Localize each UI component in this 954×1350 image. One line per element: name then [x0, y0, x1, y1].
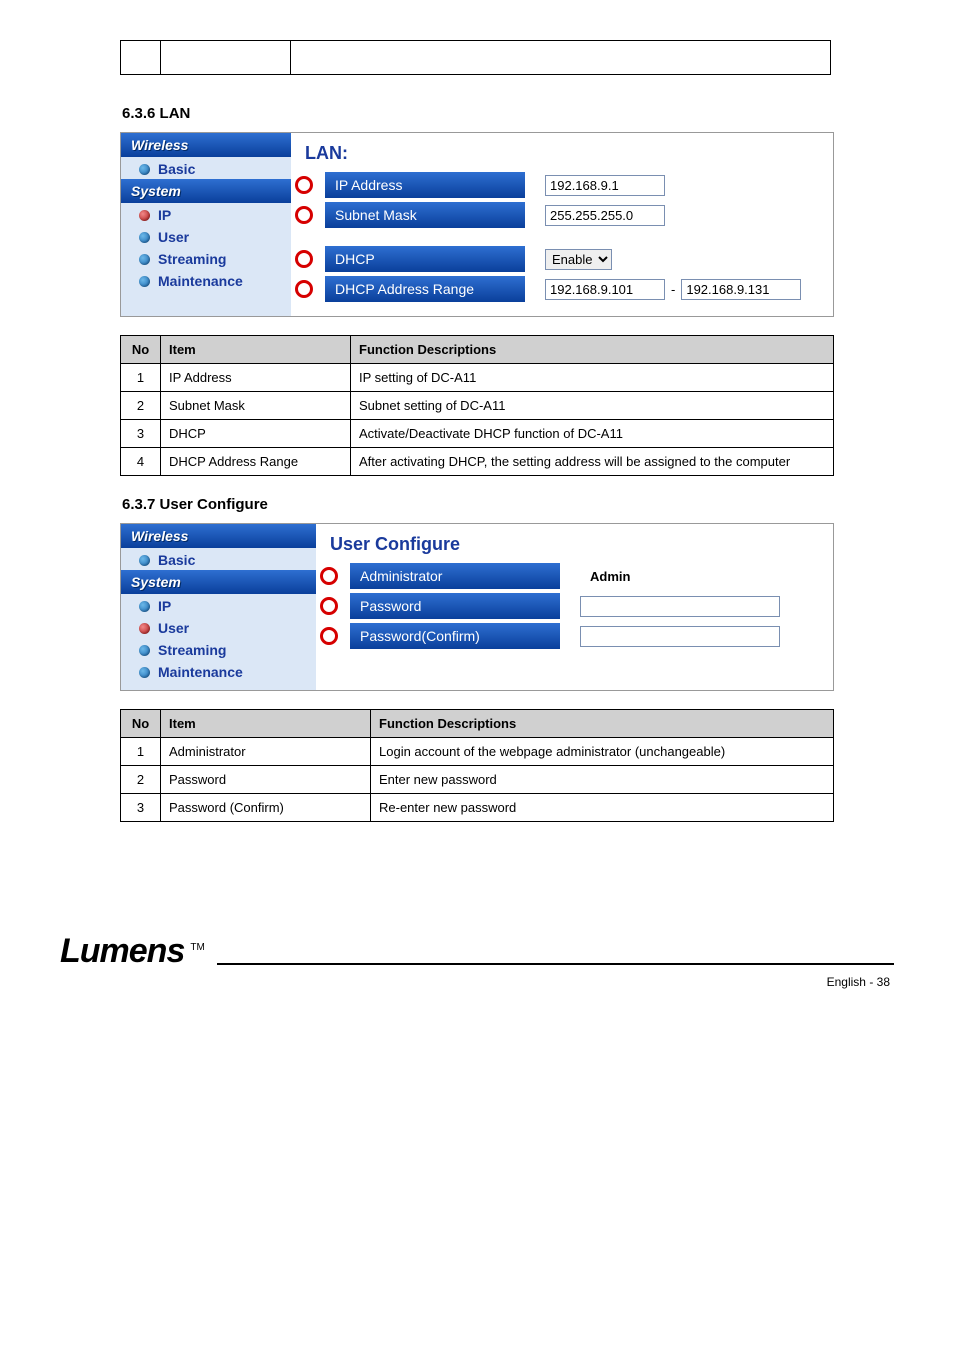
sidebar-item-streaming[interactable]: Streaming [121, 247, 291, 269]
callout-marker-3 [295, 250, 313, 268]
sidebar-lan: Wireless Basic System IP User Streaming … [121, 133, 291, 316]
table-row: 4 DHCP Address Range After activating DH… [121, 448, 834, 476]
sidebar-item-label: Streaming [158, 642, 226, 658]
input-dhcp-from[interactable] [545, 279, 665, 300]
row-password-confirm: Password(Confirm) [326, 623, 823, 649]
label-subnet: Subnet Mask [325, 202, 525, 228]
sidebar-item-ip[interactable]: IP [121, 203, 291, 225]
callout-marker-3b [320, 627, 338, 645]
input-subnet[interactable] [545, 205, 665, 226]
sidebar-item-label: Maintenance [158, 273, 243, 289]
sidebar-item-maintenance2[interactable]: Maintenance [121, 660, 316, 682]
user-desc-table: No Item Function Descriptions 1 Administ… [120, 709, 834, 822]
top-cell-2 [161, 41, 291, 75]
select-dhcp[interactable]: Enable [545, 249, 612, 270]
row-dhcp-range: DHCP Address Range - [301, 276, 823, 302]
sidebar-user: Wireless Basic System IP User Streaming … [121, 524, 316, 690]
input-ip-address[interactable] [545, 175, 665, 196]
sidebar-header-wireless: Wireless [121, 133, 291, 157]
footer: Lumens TM [60, 932, 894, 971]
input-dhcp-to[interactable] [681, 279, 801, 300]
row-subnet: Subnet Mask [301, 202, 823, 228]
th-desc: Function Descriptions [351, 336, 834, 364]
range-separator: - [671, 282, 675, 297]
sidebar-header-system: System [121, 179, 291, 203]
logo-text: Lumens [60, 932, 184, 971]
label-password-confirm: Password(Confirm) [350, 623, 560, 649]
callout-marker-1 [295, 176, 313, 194]
bullet-icon [139, 232, 150, 243]
sidebar-item-maintenance[interactable]: Maintenance [121, 269, 291, 291]
sidebar-item-label: Maintenance [158, 664, 243, 680]
user-content: User Configure Administrator Admin Passw… [316, 524, 833, 690]
sidebar-item-basic2[interactable]: Basic [121, 548, 316, 570]
callout-marker-2 [295, 206, 313, 224]
sidebar-item-user2[interactable]: User [121, 616, 316, 638]
table-row: 1 Administrator Login account of the web… [121, 738, 834, 766]
sidebar-header-system2: System [121, 570, 316, 594]
top-cell-1 [121, 41, 161, 75]
label-password: Password [350, 593, 560, 619]
sidebar-item-label: Basic [158, 161, 195, 177]
bullet-icon [139, 164, 150, 175]
sidebar-item-basic[interactable]: Basic [121, 157, 291, 179]
user-title: User Configure [326, 530, 823, 563]
label-dhcp-range: DHCP Address Range [325, 276, 525, 302]
bullet-icon [139, 555, 150, 566]
th-item: Item [161, 336, 351, 364]
sidebar-item-label: Streaming [158, 251, 226, 267]
sidebar-item-label: User [158, 620, 189, 636]
logo-tm: TM [190, 942, 204, 953]
label-dhcp: DHCP [325, 246, 525, 272]
sidebar-item-ip2[interactable]: IP [121, 594, 316, 616]
input-password-confirm[interactable] [580, 626, 780, 647]
label-admin: Administrator [350, 563, 560, 589]
th-no: No [121, 336, 161, 364]
sidebar-item-label: User [158, 229, 189, 245]
bullet-icon-active [139, 623, 150, 634]
th-item2: Item [161, 710, 371, 738]
heading-user: 6.3.7 User Configure [122, 496, 894, 513]
row-dhcp: DHCP Enable [301, 246, 823, 272]
callout-marker-4 [295, 280, 313, 298]
value-admin: Admin [580, 569, 630, 584]
th-no2: No [121, 710, 161, 738]
lan-panel: Wireless Basic System IP User Streaming … [120, 132, 834, 317]
bullet-icon [139, 601, 150, 612]
bullet-icon [139, 254, 150, 265]
bullet-icon-active [139, 210, 150, 221]
lan-title: LAN: [301, 139, 823, 172]
heading-lan: 6.3.6 LAN [122, 105, 894, 122]
table-row: 3 DHCP Activate/Deactivate DHCP function… [121, 420, 834, 448]
sidebar-item-label: Basic [158, 552, 195, 568]
bullet-icon [139, 276, 150, 287]
row-password: Password [326, 593, 823, 619]
user-panel: Wireless Basic System IP User Streaming … [120, 523, 834, 691]
callout-marker-1b [320, 567, 338, 585]
th-desc2: Function Descriptions [371, 710, 834, 738]
footer-rule [217, 963, 894, 965]
row-ip-address: IP Address [301, 172, 823, 198]
sidebar-item-user[interactable]: User [121, 225, 291, 247]
sidebar-header-wireless2: Wireless [121, 524, 316, 548]
callout-marker-2b [320, 597, 338, 615]
input-password[interactable] [580, 596, 780, 617]
top-cell-3 [291, 41, 831, 75]
bullet-icon [139, 667, 150, 678]
page-number: English - 38 [60, 975, 894, 989]
table-row: 1 IP Address IP setting of DC-A11 [121, 364, 834, 392]
label-ip-address: IP Address [325, 172, 525, 198]
table-row: 2 Subnet Mask Subnet setting of DC-A11 [121, 392, 834, 420]
row-admin: Administrator Admin [326, 563, 823, 589]
table-row: 3 Password (Confirm) Re-enter new passwo… [121, 794, 834, 822]
sidebar-item-label: IP [158, 207, 171, 223]
sidebar-item-label: IP [158, 598, 171, 614]
table-row: 2 Password Enter new password [121, 766, 834, 794]
top-empty-table [120, 40, 831, 75]
lan-content: LAN: IP Address Subnet Mask DHCP [291, 133, 833, 316]
lan-desc-table: No Item Function Descriptions 1 IP Addre… [120, 335, 834, 476]
bullet-icon [139, 645, 150, 656]
sidebar-item-streaming2[interactable]: Streaming [121, 638, 316, 660]
